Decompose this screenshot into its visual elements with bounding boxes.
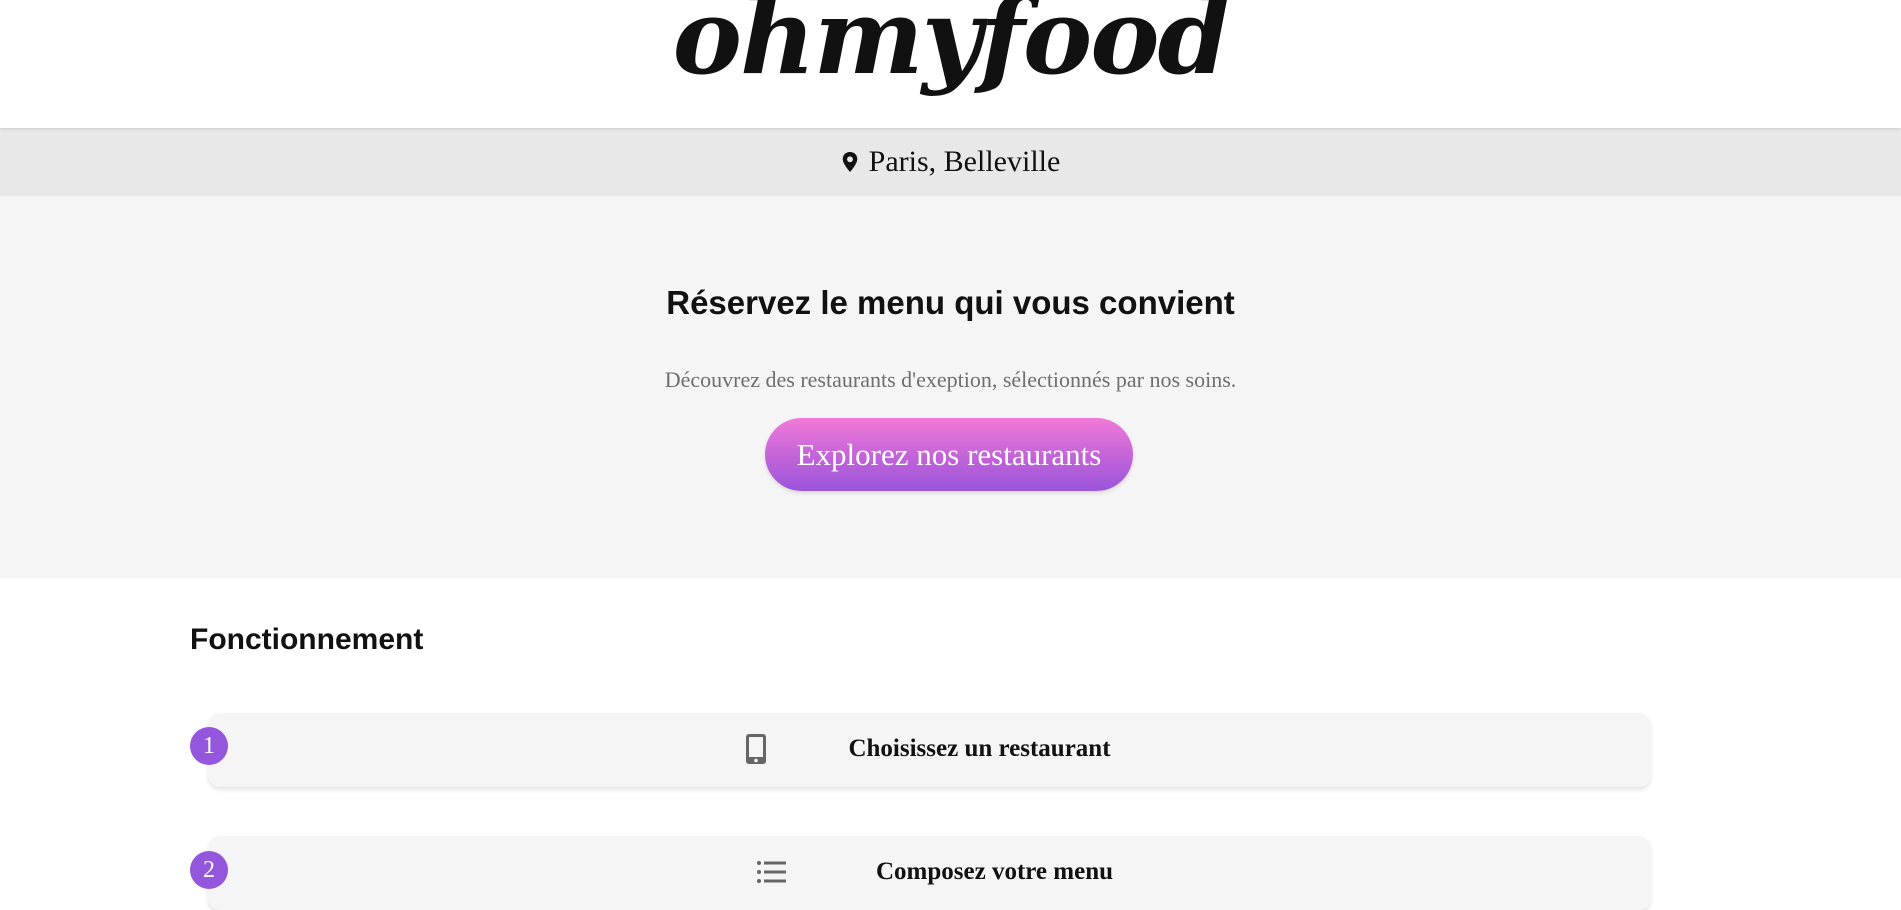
step-number-badge: 1: [190, 727, 228, 765]
step-card-compose-menu[interactable]: Composez votre menu: [208, 836, 1651, 910]
site-header: ohmyfood: [0, 0, 1901, 128]
location-bar: Paris, Belleville: [0, 128, 1901, 196]
hero-subtitle: Découvrez des restaurants d'exeption, sé…: [664, 367, 1237, 392]
hero-title: Réservez le menu qui vous convient: [666, 284, 1235, 321]
location-text: Paris, Belleville: [868, 145, 1061, 178]
step-number-badge: 2: [190, 851, 228, 889]
how-it-works-title: Fonctionnement: [190, 623, 424, 656]
step-label: Choisissez un restaurant: [848, 735, 1111, 762]
logo[interactable]: ohmyfood: [0, 0, 1901, 102]
explore-restaurants-button[interactable]: Explorez nos restaurants: [765, 418, 1133, 491]
map-pin-icon: [842, 152, 857, 172]
step-card-choose-restaurant[interactable]: Choisissez un restaurant: [208, 713, 1651, 787]
step-label: Composez votre menu: [876, 858, 1113, 885]
